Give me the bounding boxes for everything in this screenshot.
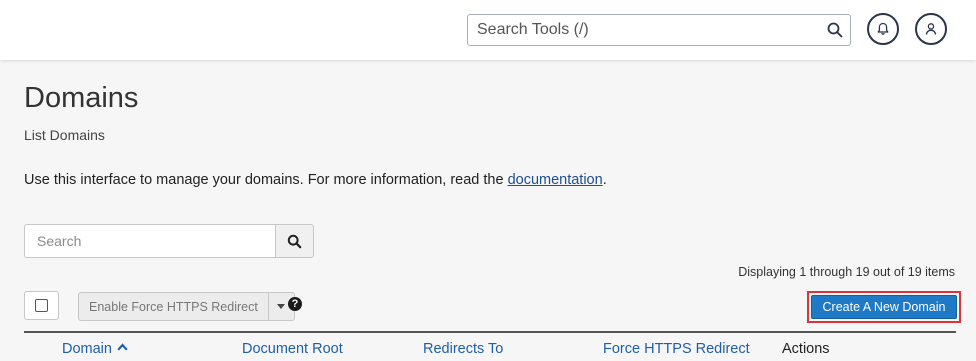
column-header-document-root[interactable]: Document Root bbox=[242, 341, 343, 357]
tool-search-input[interactable] bbox=[468, 15, 808, 45]
column-header-redirects-to[interactable]: Redirects To bbox=[423, 341, 503, 357]
checkbox-box[interactable] bbox=[35, 299, 48, 312]
notifications-button[interactable] bbox=[867, 13, 899, 45]
bulk-action-group: Enable Force HTTPS Redirect bbox=[78, 292, 295, 321]
table-header-divider bbox=[24, 331, 956, 333]
caret-down-icon bbox=[277, 304, 286, 309]
domain-search-button[interactable] bbox=[275, 224, 314, 258]
user-icon bbox=[925, 23, 937, 35]
intro-text-end: . bbox=[602, 172, 607, 188]
documentation-link[interactable]: documentation bbox=[508, 172, 603, 188]
question-circle-icon[interactable]: ? bbox=[288, 297, 302, 311]
domain-search bbox=[24, 224, 314, 258]
column-header-force-https[interactable]: Force HTTPS Redirect bbox=[603, 341, 750, 357]
top-bar bbox=[0, 0, 976, 60]
search-icon[interactable] bbox=[826, 21, 844, 39]
create-domain-highlight: Create A New Domain bbox=[807, 291, 961, 323]
domain-search-input[interactable] bbox=[24, 224, 275, 258]
tool-search-box[interactable] bbox=[467, 14, 851, 46]
page-subtitle: List Domains bbox=[24, 127, 105, 143]
search-icon bbox=[287, 234, 302, 248]
bell-icon bbox=[877, 22, 889, 35]
column-header-domain-label: Domain bbox=[62, 341, 112, 357]
pagination-summary: Displaying 1 through 19 out of 19 items bbox=[738, 265, 955, 279]
enable-force-https-button[interactable]: Enable Force HTTPS Redirect bbox=[78, 292, 269, 321]
intro-text: Use this interface to manage your domain… bbox=[24, 172, 607, 188]
column-header-actions: Actions bbox=[782, 341, 830, 357]
column-header-domain[interactable]: Domain bbox=[62, 341, 128, 357]
user-menu-button[interactable] bbox=[915, 13, 947, 45]
select-all-checkbox[interactable] bbox=[24, 291, 59, 320]
create-new-domain-button[interactable]: Create A New Domain bbox=[811, 295, 957, 319]
intro-text-body: Use this interface to manage your domain… bbox=[24, 172, 508, 188]
sort-ascending-icon bbox=[117, 343, 128, 351]
page-title: Domains bbox=[24, 82, 139, 114]
